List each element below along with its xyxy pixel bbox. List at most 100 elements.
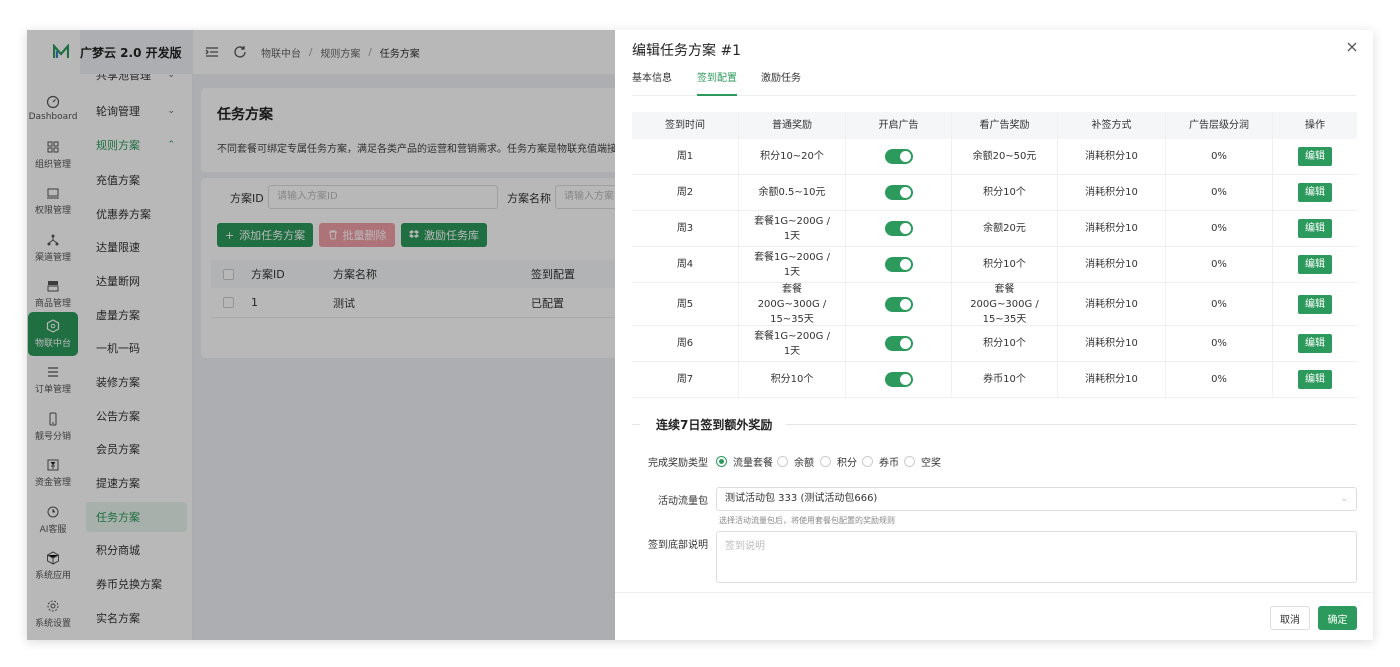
description-textarea[interactable]: 签到说明: [716, 531, 1357, 583]
chevron-down-icon: ⌄: [1340, 494, 1348, 504]
ad-toggle-switch[interactable]: [884, 149, 913, 164]
section-title: 连续7日签到额外奖励: [632, 414, 1357, 434]
ad-toggle-switch[interactable]: [884, 185, 913, 200]
grid-cell: 周3: [632, 211, 739, 246]
grid-cell: 0%: [1166, 139, 1273, 174]
grid-cell: 消耗积分10: [1058, 362, 1166, 397]
radio-label: 空奖: [921, 458, 941, 469]
action-cell: 编辑: [1273, 362, 1357, 397]
grid-row: 周1 积分10~20个 余额20~50元 消耗积分10 0% 编辑: [632, 139, 1357, 175]
description-label: 签到底部说明: [648, 540, 708, 551]
ad-toggle-switch[interactable]: [884, 296, 913, 312]
select-value: 测试活动包 333 (测试活动包666): [725, 493, 878, 504]
drawer-tabs: 基本信息 签到配置 激励任务: [632, 72, 1356, 96]
grid-header-cell: 广告层级分润: [1166, 112, 1273, 139]
radio-balance[interactable]: 余额: [777, 454, 814, 469]
package-select[interactable]: 测试活动包 333 (测试活动包666) ⌄: [716, 487, 1357, 511]
ad-toggle-switch[interactable]: [884, 372, 913, 387]
grid-cell: 套餐200G~300G / 15~35天: [739, 283, 846, 325]
grid-header-cell: 开启广告: [846, 112, 952, 139]
action-cell: 编辑: [1273, 139, 1357, 174]
grid-cell: 积分10个: [952, 175, 1058, 210]
drawer-title: 编辑任务方案 #1: [632, 43, 742, 59]
ad-toggle-cell: [846, 283, 952, 325]
ad-toggle-cell: [846, 247, 952, 282]
edit-button[interactable]: 编辑: [1298, 219, 1332, 238]
grid-cell: 余额0.5~10元: [739, 175, 846, 210]
grid-cell: 积分10个: [952, 326, 1058, 361]
radio-no-reward[interactable]: 空奖: [904, 454, 941, 469]
grid-cell: 余额20~50元: [952, 139, 1058, 174]
grid-cell: 套餐1G~200G / 1天: [739, 211, 846, 246]
ad-toggle-cell: [846, 326, 952, 361]
grid-cell: 周7: [632, 362, 739, 397]
radio-label: 积分: [837, 458, 857, 469]
grid-cell: 消耗积分10: [1058, 247, 1166, 282]
grid-row: 周7 积分10个 券币10个 消耗积分10 0% 编辑: [632, 362, 1357, 398]
cancel-button[interactable]: 取消: [1270, 606, 1310, 630]
edit-drawer: 编辑任务方案 #1 基本信息 签到配置 激励任务 签到时间 普通奖励 开启广告 …: [615, 30, 1373, 640]
grid-cell: 消耗积分10: [1058, 326, 1166, 361]
radio-points[interactable]: 积分: [820, 454, 857, 469]
grid-cell: 积分10个: [739, 362, 846, 397]
grid-cell: 0%: [1166, 247, 1273, 282]
grid-cell: 消耗积分10: [1058, 211, 1166, 246]
grid-cell: 周6: [632, 326, 739, 361]
ad-toggle-cell: [846, 211, 952, 246]
ad-toggle-switch[interactable]: [884, 221, 913, 236]
edit-button[interactable]: 编辑: [1298, 255, 1332, 274]
ad-toggle-cell: [846, 175, 952, 210]
ad-toggle-cell: [846, 139, 952, 174]
grid-header-cell: 普通奖励: [739, 112, 846, 139]
grid-cell: 套餐1G~200G / 1天: [739, 326, 846, 361]
edit-button[interactable]: 编辑: [1298, 183, 1332, 202]
edit-button[interactable]: 编辑: [1298, 334, 1332, 353]
radio-label: 流量套餐: [733, 458, 773, 469]
confirm-button[interactable]: 确定: [1318, 606, 1357, 630]
grid-cell: 周2: [632, 175, 739, 210]
tab-checkin-config[interactable]: 签到配置: [697, 72, 737, 96]
app-window: 物联中台 / 规则方案 / 任务方案 Dashboard 组织管理 权限管理 渠…: [27, 30, 1373, 640]
radio-traffic-package[interactable]: 流量套餐: [716, 454, 773, 469]
grid-cell: 0%: [1166, 326, 1273, 361]
grid-cell: 0%: [1166, 211, 1273, 246]
grid-cell: 余额20元: [952, 211, 1058, 246]
grid-cell: 周5: [632, 283, 739, 325]
drawer-footer: 取消 确定: [615, 592, 1373, 640]
grid-cell: 周1: [632, 139, 739, 174]
section-title-text: 连续7日签到额外奖励: [656, 417, 773, 432]
tab-incentive-tasks[interactable]: 激励任务: [761, 72, 801, 96]
package-label: 活动流量包: [658, 496, 708, 507]
package-hint: 选择活动流量包后，将使用套餐包配置的奖励规则: [719, 516, 895, 525]
grid-header-cell: 操作: [1305, 120, 1325, 131]
radio-label: 券币: [879, 458, 899, 469]
action-cell: 编辑: [1273, 175, 1357, 210]
grid-header: 签到时间 普通奖励 开启广告 看广告奖励 补签方式 广告层级分润 操作: [632, 112, 1357, 139]
grid-header-cell: 签到时间: [632, 112, 739, 139]
edit-button[interactable]: 编辑: [1298, 147, 1332, 166]
edit-button[interactable]: 编辑: [1298, 294, 1332, 314]
grid-cell: 0%: [1166, 283, 1273, 325]
grid-cell: 周4: [632, 247, 739, 282]
grid-cell: 0%: [1166, 175, 1273, 210]
reward-type-label: 完成奖励类型: [648, 458, 708, 469]
grid-cell: 消耗积分10: [1058, 175, 1166, 210]
edit-button[interactable]: 编辑: [1298, 370, 1332, 389]
grid-row: 周5 套餐200G~300G / 15~35天 套餐200G~300G / 15~3…: [632, 283, 1357, 326]
grid-cell: 券币10个: [952, 362, 1058, 397]
grid-row: 周3 套餐1G~200G / 1天 余额20元 消耗积分10 0% 编辑: [632, 211, 1357, 247]
tab-basic-info[interactable]: 基本信息: [632, 72, 672, 96]
radio-label: 余额: [794, 458, 814, 469]
grid-cell: 套餐200G~300G / 15~35天: [952, 283, 1058, 325]
grid-header-cell: 看广告奖励: [952, 112, 1058, 139]
radio-coupon-coin[interactable]: 券币: [862, 454, 899, 469]
grid-row: 周4 套餐1G~200G / 1天 积分10个 消耗积分10 0% 编辑: [632, 247, 1357, 283]
grid-cell: 0%: [1166, 362, 1273, 397]
ad-toggle-switch[interactable]: [884, 336, 913, 351]
action-cell: 编辑: [1273, 211, 1357, 246]
grid-cell: 积分10个: [952, 247, 1058, 282]
grid-row: 周2 余额0.5~10元 积分10个 消耗积分10 0% 编辑: [632, 175, 1357, 211]
ad-toggle-switch[interactable]: [884, 257, 913, 272]
grid-row: 周6 套餐1G~200G / 1天 积分10个 消耗积分10 0% 编辑: [632, 326, 1357, 362]
close-icon[interactable]: [1345, 40, 1359, 54]
